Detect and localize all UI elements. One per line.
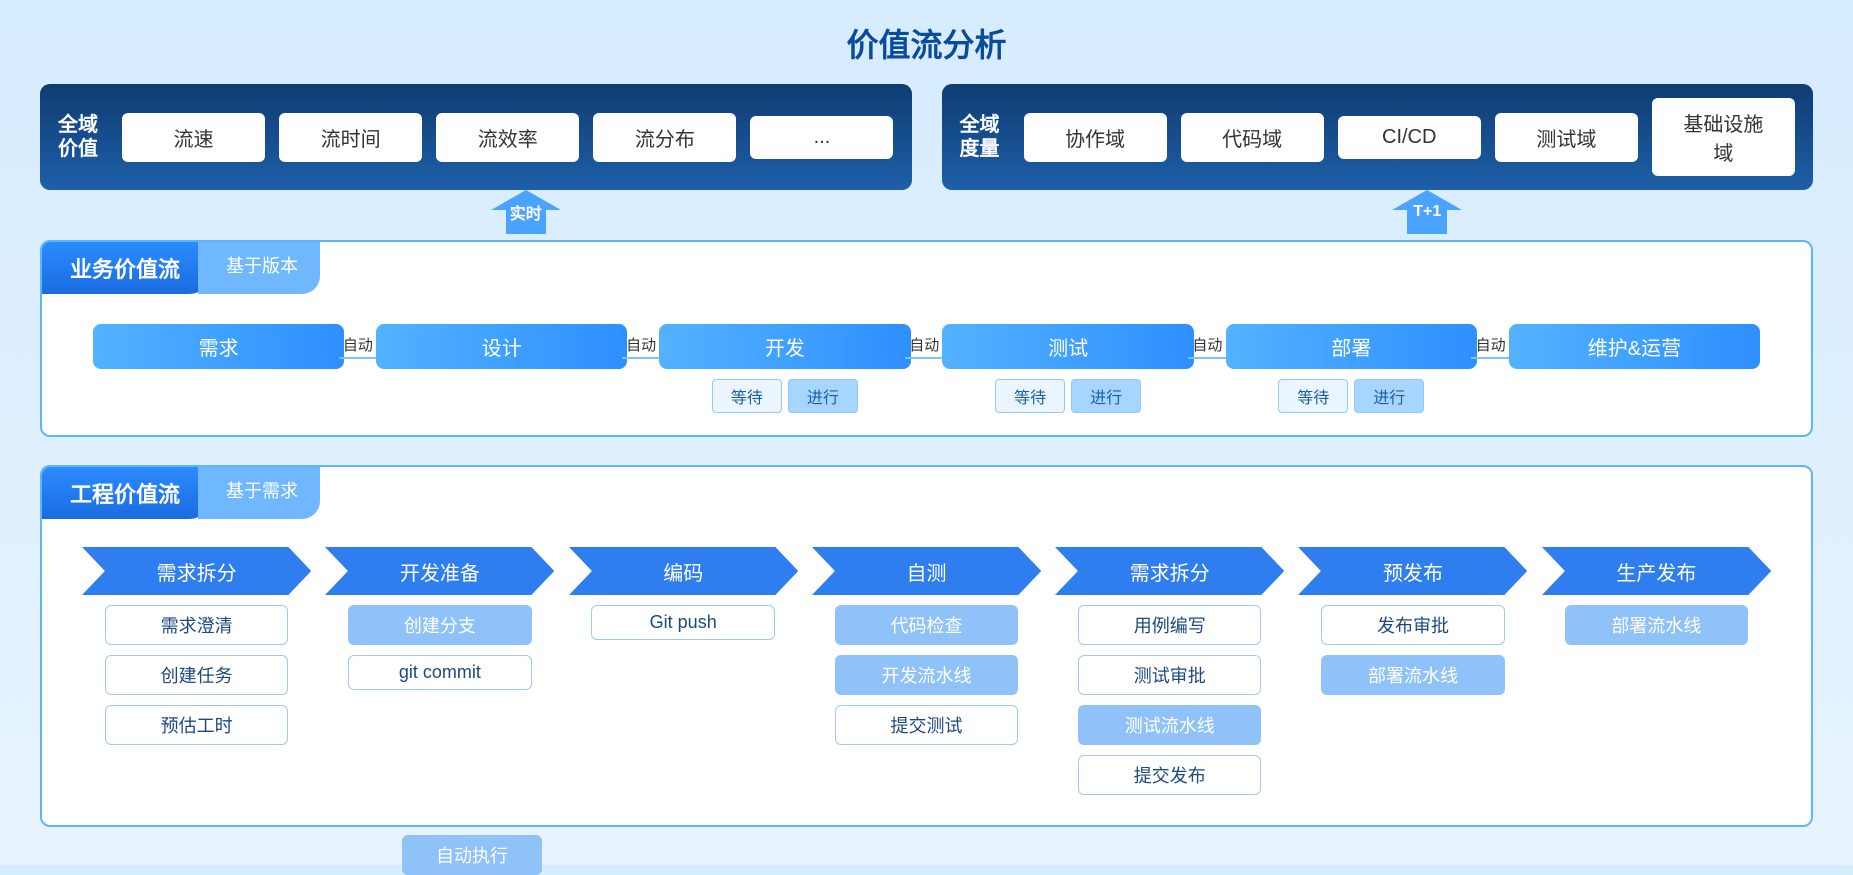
task-chip: 需求澄清 <box>105 605 288 645</box>
stage-pill: 测试 <box>942 324 1193 369</box>
task-chip: 部署流水线 <box>1565 605 1748 645</box>
sub-status-pill: 等待 <box>995 379 1065 413</box>
sub-status-pill: 进行 <box>1071 379 1141 413</box>
business-stage: 测试等待进行自动 <box>932 324 1205 413</box>
step-label: 开发准备 <box>400 557 480 586</box>
legend-auto-exec: 自动执行 <box>402 835 542 875</box>
task-chip: 预估工时 <box>105 705 288 745</box>
engineering-panel-title: 工程价值流 <box>42 467 208 519</box>
engineering-step: 开发准备创建分支 git commit <box>325 547 554 690</box>
engineering-panel-subtitle: 基于需求 <box>198 467 320 519</box>
step-chevron: 编码 <box>569 547 798 595</box>
chip-cicd: CI/CD <box>1338 116 1481 159</box>
business-stage-row: 需求自动设计自动开发等待进行自动测试等待进行自动部署等待进行自动维护&运营 <box>42 294 1811 413</box>
task-chip: 测试流水线 <box>1078 705 1261 745</box>
diagram-title: 价值流分析 <box>40 20 1813 66</box>
task-chip: 部署流水线 <box>1321 655 1504 695</box>
engineering-step: 需求拆分用例编写测试审批测试流水线提交发布 <box>1055 547 1284 795</box>
global-value-panel: 全域 价值 流速 流时间 流效率 流分布 ... 实时 <box>40 84 912 190</box>
step-label: 预发布 <box>1383 557 1443 586</box>
engineering-step: 生产发布部署流水线 <box>1542 547 1771 645</box>
global-measure-panel: 全域 度量 协作域 代码域 CI/CD 测试域 基础设施域 T+1 <box>942 84 1814 190</box>
engineering-step: 预发布发布审批部署流水线 <box>1298 547 1527 695</box>
step-label: 生产发布 <box>1616 557 1696 586</box>
chip-more: ... <box>750 116 893 159</box>
step-chevron: 自测 <box>812 547 1041 595</box>
stage-pill: 设计 <box>376 324 627 369</box>
chip-flow-time: 流时间 <box>279 113 422 162</box>
business-panel-title: 业务价值流 <box>42 242 208 294</box>
task-chip: Git push <box>591 605 774 640</box>
task-chip: 创建任务 <box>105 655 288 695</box>
business-stage: 部署等待进行自动 <box>1215 324 1488 413</box>
step-label: 自测 <box>906 557 946 586</box>
engineering-value-panel: 工程价值流 基于需求 需求拆分需求澄清创建任务预估工时 开发准备创建分支 git c… <box>40 465 1813 827</box>
engineering-step: 需求拆分需求澄清创建任务预估工时 <box>82 547 311 745</box>
global-measure-label: 全域 度量 <box>960 113 1010 161</box>
step-chevron: 生产发布 <box>1542 547 1771 595</box>
global-value-label: 全域 价值 <box>58 113 108 161</box>
engineering-step: 自测代码检查开发流水线提交测试 <box>812 547 1041 745</box>
business-value-panel: 业务价值流 基于版本 需求自动设计自动开发等待进行自动测试等待进行自动部署等待进… <box>40 240 1813 437</box>
stage-pill: 需求 <box>93 324 344 369</box>
task-chip: 开发流水线 <box>835 655 1018 695</box>
business-panel-subtitle: 基于版本 <box>198 242 320 294</box>
step-label: 需求拆分 <box>1130 557 1210 586</box>
step-label: 编码 <box>663 557 703 586</box>
task-chip: 测试审批 <box>1078 655 1261 695</box>
step-label: 需求拆分 <box>157 557 237 586</box>
chip-infra: 基础设施域 <box>1652 98 1795 176</box>
arrow-tplus1-label: T+1 <box>1413 203 1441 221</box>
sub-status-pill: 等待 <box>1278 379 1348 413</box>
task-chip: git commit <box>348 655 531 690</box>
business-stage: 需求自动 <box>82 324 355 369</box>
business-stage: 开发等待进行自动 <box>648 324 921 413</box>
chip-flow-efficiency: 流效率 <box>436 113 579 162</box>
chip-collab: 协作域 <box>1024 113 1167 162</box>
engineering-step: 编码 Git push <box>569 547 798 640</box>
task-chip: 用例编写 <box>1078 605 1261 645</box>
chip-flow-speed: 流速 <box>122 113 265 162</box>
chip-flow-distribution: 流分布 <box>593 113 736 162</box>
task-chip: 创建分支 <box>348 605 531 645</box>
stage-pill: 部署 <box>1226 324 1477 369</box>
sub-status-pill: 进行 <box>1354 379 1424 413</box>
step-chevron: 预发布 <box>1298 547 1527 595</box>
top-row: 全域 价值 流速 流时间 流效率 流分布 ... 实时 全域 度量 协作域 代码… <box>40 84 1813 190</box>
task-chip: 代码检查 <box>835 605 1018 645</box>
chip-test: 测试域 <box>1495 113 1638 162</box>
task-chip: 提交发布 <box>1078 755 1261 795</box>
stage-pill: 维护&运营 <box>1509 324 1760 369</box>
business-stage: 设计自动 <box>365 324 638 369</box>
business-stage: 维护&运营 <box>1498 324 1771 369</box>
legend-auto-chip: 自动执行 <box>402 835 542 875</box>
step-chevron: 需求拆分 <box>82 547 311 595</box>
step-chevron: 需求拆分 <box>1055 547 1284 595</box>
engineering-step-row: 需求拆分需求澄清创建任务预估工时 开发准备创建分支 git commit 编码 Git … <box>42 519 1811 795</box>
sub-status-pill: 进行 <box>788 379 858 413</box>
sub-status-pill: 等待 <box>712 379 782 413</box>
task-chip: 提交测试 <box>835 705 1018 745</box>
step-chevron: 开发准备 <box>325 547 554 595</box>
chip-code: 代码域 <box>1181 113 1324 162</box>
arrow-realtime-label: 实时 <box>510 200 542 224</box>
stage-pill: 开发 <box>659 324 910 369</box>
task-chip: 发布审批 <box>1321 605 1504 645</box>
